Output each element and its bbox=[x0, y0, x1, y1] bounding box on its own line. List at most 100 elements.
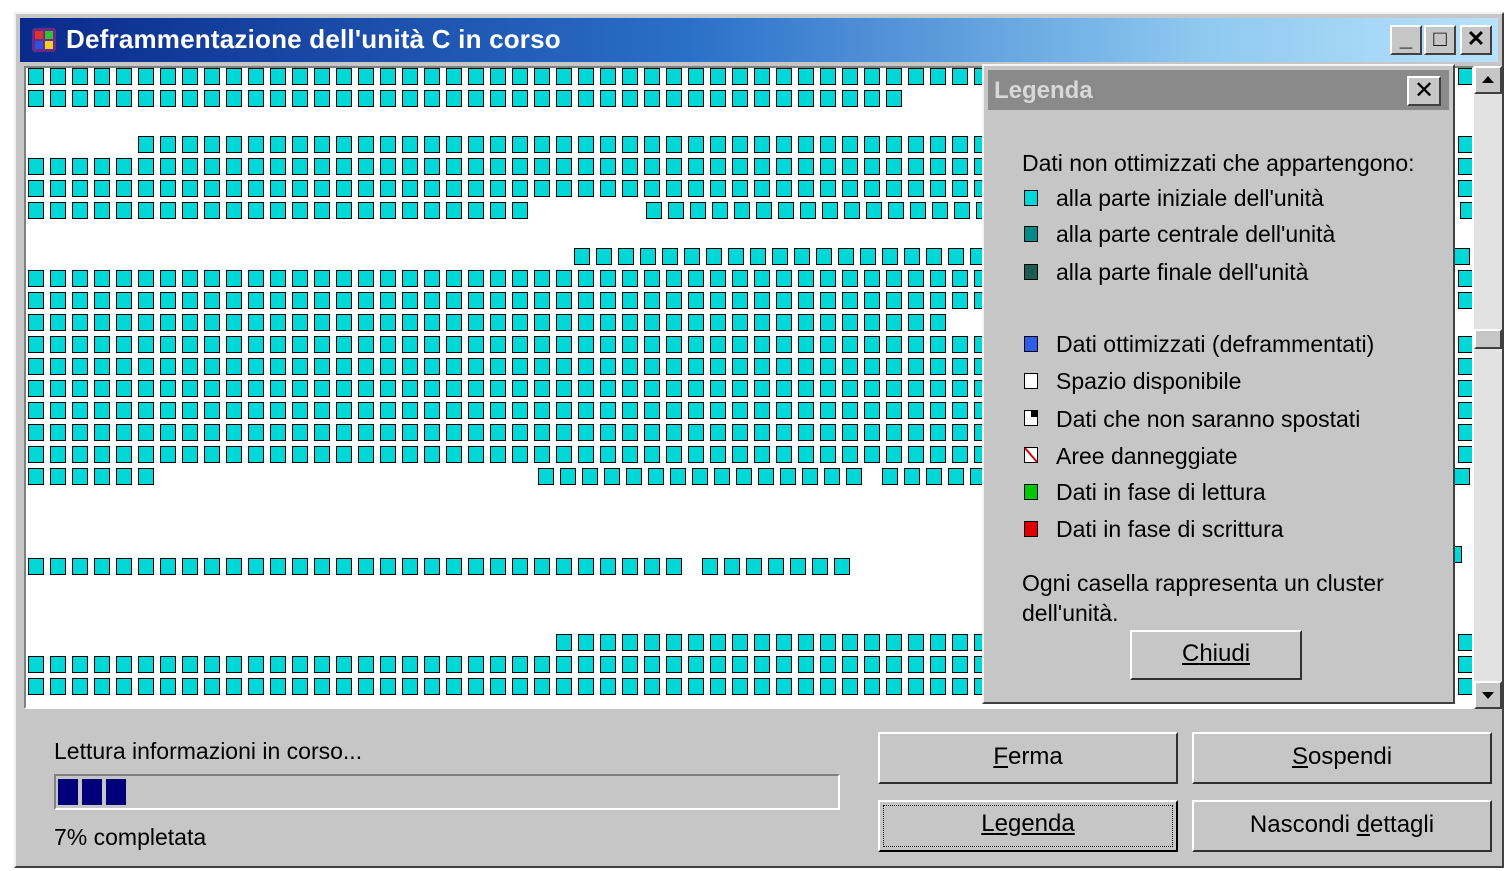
cluster-cell bbox=[842, 136, 858, 153]
cluster-cell bbox=[1458, 358, 1472, 375]
cluster-cell bbox=[424, 424, 440, 441]
cluster-cell bbox=[292, 678, 308, 695]
cluster-cell bbox=[512, 180, 528, 197]
cluster-cell bbox=[864, 424, 880, 441]
cluster-cell bbox=[842, 402, 858, 419]
cluster-cell bbox=[402, 180, 418, 197]
close-button[interactable]: ✕ bbox=[1460, 25, 1492, 55]
cluster-cell bbox=[666, 90, 682, 107]
cluster-cell bbox=[182, 90, 198, 107]
cluster-cell bbox=[600, 634, 616, 651]
scroll-down-button[interactable] bbox=[1474, 681, 1502, 709]
cluster-cell bbox=[556, 358, 572, 375]
cluster-cell bbox=[116, 292, 132, 309]
cluster-cell bbox=[556, 336, 572, 353]
cluster-cell bbox=[556, 656, 572, 673]
cluster-cell bbox=[560, 468, 576, 485]
cluster-cell bbox=[160, 180, 176, 197]
cluster-cell bbox=[270, 136, 286, 153]
cluster-cell bbox=[842, 656, 858, 673]
cluster-cell bbox=[578, 314, 594, 331]
cluster-cell bbox=[1458, 678, 1472, 695]
cluster-cell bbox=[864, 68, 880, 85]
cluster-cell bbox=[952, 68, 968, 85]
maximize-button[interactable]: □ bbox=[1424, 25, 1456, 55]
scroll-thumb[interactable] bbox=[1474, 329, 1502, 349]
cluster-cell bbox=[468, 270, 484, 287]
cluster-cell bbox=[226, 90, 242, 107]
cluster-cell bbox=[160, 402, 176, 419]
cluster-cell bbox=[72, 336, 88, 353]
cluster-cell bbox=[204, 558, 220, 575]
cluster-cell bbox=[798, 292, 814, 309]
cluster-cell bbox=[490, 358, 506, 375]
hide-details-button[interactable]: Nascondi dettagli bbox=[1192, 800, 1492, 852]
legend-title-bar[interactable]: Legenda ✕ bbox=[988, 70, 1449, 110]
cluster-cell bbox=[468, 678, 484, 695]
cluster-cell bbox=[772, 248, 788, 265]
cluster-cell bbox=[490, 558, 506, 575]
cluster-cell bbox=[270, 446, 286, 463]
cluster-cell bbox=[644, 446, 660, 463]
mnemonic: F bbox=[993, 743, 1008, 770]
legend-close-icon-button[interactable]: ✕ bbox=[1407, 76, 1441, 106]
scroll-up-button[interactable] bbox=[1474, 66, 1502, 94]
cluster-cell bbox=[468, 336, 484, 353]
cluster-cell bbox=[336, 202, 352, 219]
cluster-cell bbox=[292, 314, 308, 331]
cluster-cell bbox=[930, 402, 946, 419]
progress-segment bbox=[58, 779, 78, 805]
cluster-cell bbox=[710, 424, 726, 441]
cluster-cell bbox=[446, 136, 462, 153]
cluster-cell bbox=[1458, 634, 1472, 651]
cluster-cell bbox=[732, 270, 748, 287]
cluster-cell bbox=[490, 446, 506, 463]
cluster-cell bbox=[710, 68, 726, 85]
cluster-cell bbox=[424, 314, 440, 331]
cluster-cell bbox=[842, 292, 858, 309]
cluster-cell bbox=[248, 136, 264, 153]
cluster-cell bbox=[512, 358, 528, 375]
cluster-cell bbox=[424, 136, 440, 153]
legend-chiudi-button[interactable]: Chiudi bbox=[1130, 630, 1302, 680]
cluster-cell bbox=[600, 292, 616, 309]
cluster-cell bbox=[578, 446, 594, 463]
minimize-button[interactable]: _ bbox=[1390, 25, 1422, 55]
cluster-cell bbox=[842, 446, 858, 463]
cluster-cell bbox=[204, 180, 220, 197]
cluster-cell bbox=[138, 424, 154, 441]
cluster-cell bbox=[116, 446, 132, 463]
cluster-cell bbox=[712, 202, 728, 219]
cluster-cell bbox=[600, 136, 616, 153]
pause-button[interactable]: Sospendi bbox=[1192, 732, 1492, 784]
cluster-cell bbox=[688, 656, 704, 673]
cluster-cell bbox=[952, 158, 968, 175]
cluster-cell bbox=[1460, 202, 1472, 219]
cluster-cell bbox=[204, 292, 220, 309]
cluster-cell bbox=[556, 292, 572, 309]
vertical-scrollbar[interactable] bbox=[1474, 66, 1502, 709]
cluster-cell bbox=[754, 380, 770, 397]
cluster-cell bbox=[618, 248, 634, 265]
stop-button[interactable]: Ferma bbox=[878, 732, 1178, 784]
cluster-cell bbox=[204, 402, 220, 419]
cluster-cell bbox=[798, 380, 814, 397]
cluster-cell bbox=[882, 248, 898, 265]
cluster-cell bbox=[800, 202, 816, 219]
title-bar[interactable]: Deframmentazione dell'unità C in corso _… bbox=[20, 18, 1498, 62]
cluster-cell bbox=[798, 656, 814, 673]
cluster-cell bbox=[952, 380, 968, 397]
cluster-cell bbox=[380, 558, 396, 575]
cluster-cell bbox=[734, 202, 750, 219]
cluster-cell bbox=[160, 446, 176, 463]
cluster-cell bbox=[622, 336, 638, 353]
cluster-cell bbox=[512, 656, 528, 673]
cluster-cell bbox=[28, 202, 44, 219]
cluster-cell bbox=[204, 358, 220, 375]
cluster-cell bbox=[574, 248, 590, 265]
cluster-cell bbox=[182, 678, 198, 695]
legend-button[interactable]: Legenda bbox=[878, 800, 1178, 852]
cluster-cell bbox=[670, 468, 686, 485]
cluster-cell bbox=[490, 380, 506, 397]
cluster-cell bbox=[182, 424, 198, 441]
